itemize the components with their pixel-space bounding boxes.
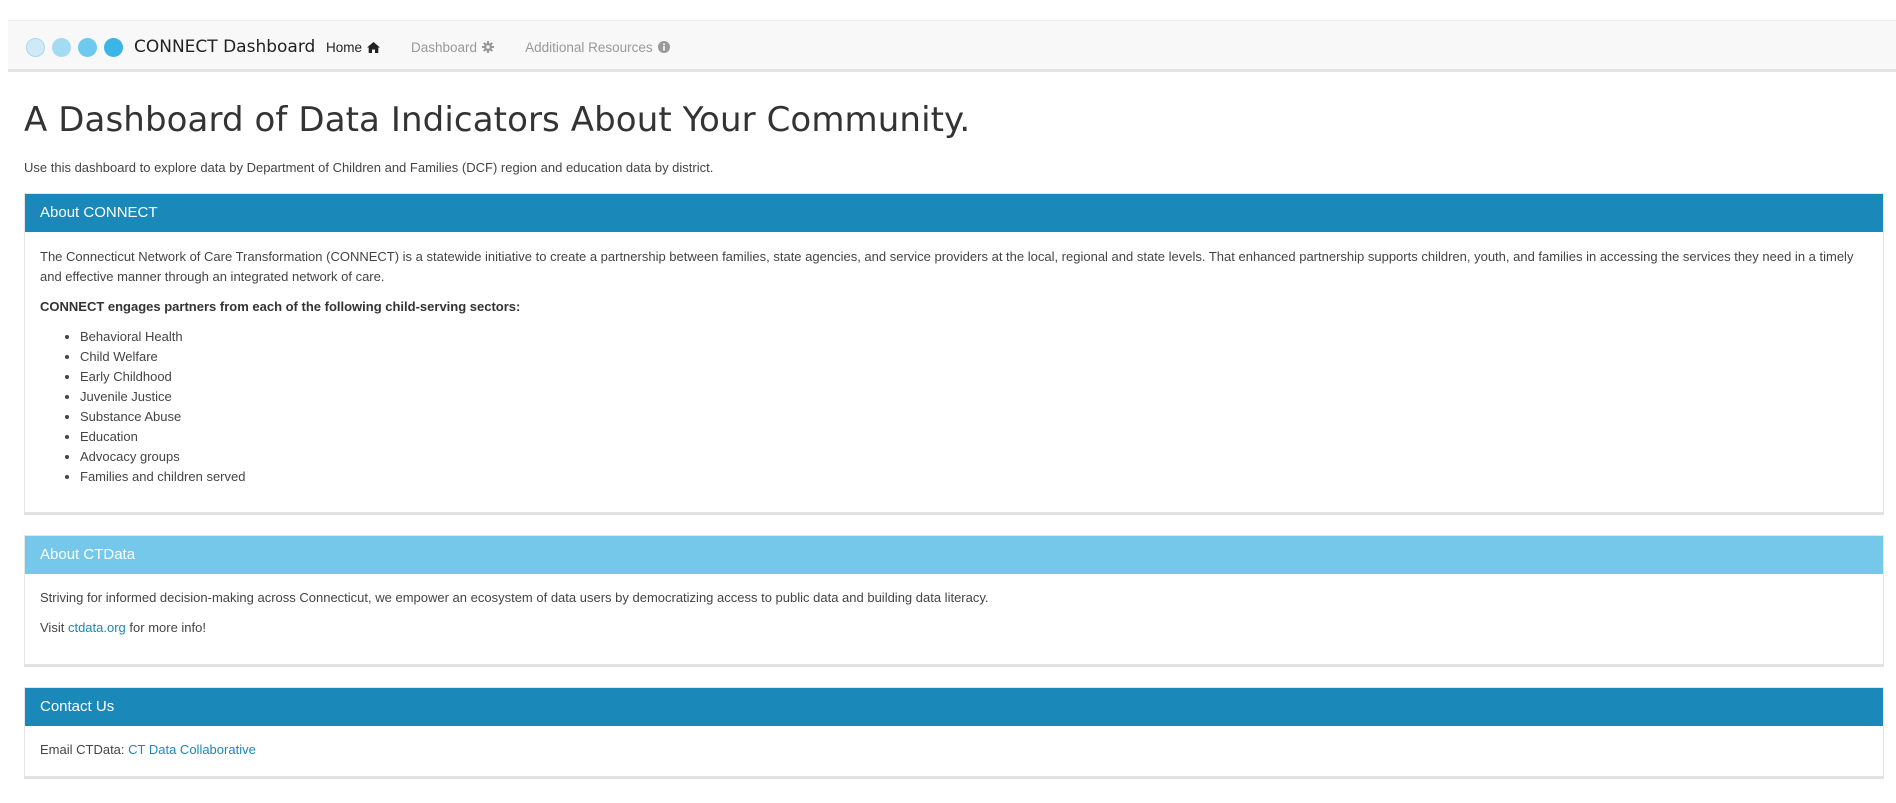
list-item: Advocacy groups — [80, 447, 1868, 467]
nav-tab-dashboard-label: Dashboard — [411, 39, 478, 55]
info-circle-icon — [657, 41, 670, 53]
contact-body: Email CTData: CT Data Collaborative — [25, 726, 1883, 784]
email-label: Email CTData: — [40, 742, 125, 757]
nav-tab-dashboard[interactable]: Dashboard — [411, 39, 495, 55]
brand[interactable]: CONNECT Dashboard — [26, 21, 315, 73]
about-ctdata-body: Striving for informed decision-making ac… — [25, 574, 1883, 662]
contact-box: Contact Us Email CTData: CT Data Collabo… — [24, 687, 1884, 779]
top-navbar: CONNECT Dashboard Home Dashboard Additio… — [8, 20, 1896, 72]
visit-prefix: Visit — [40, 620, 65, 635]
nav-tab-additional-resources[interactable]: Additional Resources — [525, 40, 670, 55]
brand-logo-dot-3 — [78, 37, 97, 57]
page-subtitle: Use this dashboard to explore data by De… — [24, 160, 714, 175]
about-connect-intro: The Connecticut Network of Care Transfor… — [40, 249, 1854, 284]
about-ctdata-text: Striving for informed decision-making ac… — [40, 590, 989, 605]
list-item: Early Childhood — [80, 367, 1868, 387]
contact-email-line: Email CTData: CT Data Collaborative — [40, 740, 1868, 760]
ctdata-link[interactable]: ctdata.org — [68, 620, 126, 635]
email-link[interactable]: CT Data Collaborative — [128, 742, 256, 757]
brand-title: CONNECT Dashboard — [134, 37, 316, 57]
nav-tabs: Home Dashboard Additional Resources — [326, 21, 701, 73]
nav-tab-home-label: Home — [326, 39, 363, 55]
list-item: Families and children served — [80, 467, 1868, 487]
list-item: Behavioral Health — [80, 327, 1868, 347]
brand-logo-dot-4 — [104, 37, 123, 57]
page-header: A Dashboard of Data Indicators About You… — [24, 100, 1884, 175]
about-connect-header: About CONNECT — [25, 194, 1883, 232]
list-item: Juvenile Justice — [80, 387, 1868, 407]
nav-tab-additional-resources-label: Additional Resources — [525, 39, 653, 55]
list-item: Substance Abuse — [80, 407, 1868, 427]
page-title: A Dashboard of Data Indicators About You… — [24, 100, 971, 140]
visit-suffix: for more info! — [129, 620, 206, 635]
brand-logo-dot-1 — [26, 37, 45, 57]
list-item: Education — [80, 427, 1868, 447]
list-item: Child Welfare — [80, 347, 1868, 367]
sectors-list: Behavioral Health Child Welfare Early Ch… — [40, 327, 1868, 487]
nav-tab-home[interactable]: Home — [326, 39, 381, 55]
brand-logo-dot-2 — [52, 37, 71, 57]
about-ctdata-header: About CTData — [25, 536, 1883, 574]
about-connect-body: The Connecticut Network of Care Transfor… — [25, 232, 1883, 511]
gear-icon — [482, 41, 495, 53]
about-ctdata-visit: Visit ctdata.org for more info! — [40, 618, 1868, 638]
about-connect-box: About CONNECT The Connecticut Network of… — [24, 193, 1884, 515]
contact-header: Contact Us — [25, 688, 1883, 726]
home-icon — [367, 41, 381, 53]
about-ctdata-box: About CTData Striving for informed decis… — [24, 535, 1884, 667]
sectors-heading: CONNECT engages partners from each of th… — [40, 299, 521, 314]
